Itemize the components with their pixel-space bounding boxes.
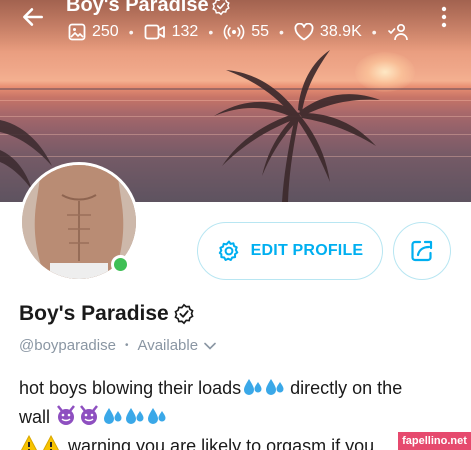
watermark-badge: fapellino.net	[398, 432, 471, 450]
online-status-dot	[111, 255, 130, 274]
stat-likes[interactable]: 38.9K	[294, 23, 362, 41]
bio-line-1: hot boys blowing their loads directly on…	[19, 378, 403, 398]
stat-videos-count: 132	[171, 23, 199, 40]
profile-name-text: Boy's Paradise	[19, 302, 169, 325]
stat-likes-count: 38.9K	[319, 23, 362, 40]
cover-title-text: Boy's Paradise	[66, 0, 209, 16]
stat-streams[interactable]: 55	[223, 23, 269, 41]
arrow-left-icon[interactable]	[20, 4, 46, 30]
verified-badge-icon	[211, 0, 230, 16]
stat-videos[interactable]: 132	[144, 23, 199, 41]
profile-bio: hot boys blowing their loads directly on…	[19, 374, 459, 450]
image-icon	[68, 23, 86, 41]
warning-icon	[21, 435, 59, 450]
heart-icon	[294, 23, 314, 41]
chevron-down-icon	[204, 342, 216, 350]
profile-handle: @boyparadise	[19, 337, 116, 354]
share-button[interactable]	[393, 222, 451, 280]
fans-icon	[387, 23, 408, 41]
bio-line-3: warning you are likely to orgasm if you	[19, 432, 459, 450]
profile-name: Boy's Paradise	[19, 302, 195, 326]
video-icon	[144, 24, 165, 40]
stat-photos-count: 250	[92, 23, 119, 40]
edit-profile-button[interactable]: EDIT PROFILE	[197, 222, 383, 280]
availability-label: Available	[137, 337, 199, 354]
smiling-devil-icon	[57, 405, 98, 425]
handle-row: @boyparadise • Available	[19, 337, 216, 354]
profile-stats: 250 • 132 • 55 • 38.9K •	[68, 20, 411, 44]
sweat-droplets-icon	[104, 408, 166, 424]
stat-streams-count: 55	[251, 23, 270, 40]
stat-photos[interactable]: 250	[68, 23, 119, 41]
sweat-droplets-icon	[244, 379, 284, 395]
edit-profile-label: EDIT PROFILE	[250, 242, 364, 259]
stat-fans[interactable]	[387, 23, 411, 41]
verified-badge-icon	[174, 303, 194, 325]
bio-line-2: wall	[19, 403, 459, 432]
more-vertical-icon[interactable]	[436, 6, 452, 28]
broadcast-icon	[223, 24, 245, 40]
cover-title: Boy's Paradise	[66, 0, 231, 17]
availability-dropdown[interactable]: Available	[137, 337, 216, 354]
share-icon	[411, 240, 433, 262]
gear-icon	[218, 240, 238, 261]
